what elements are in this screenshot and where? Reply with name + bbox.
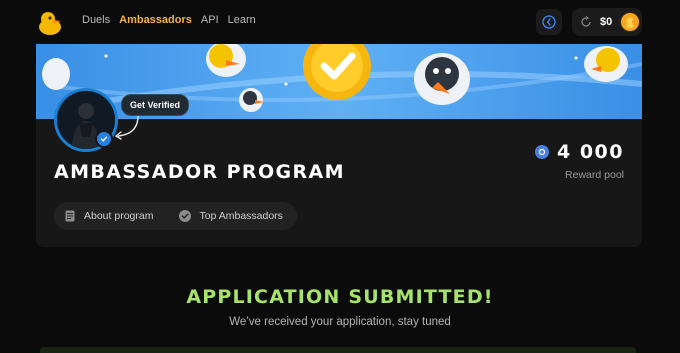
chevron-left-circle-icon (542, 15, 556, 29)
application-status-subtitle: We’ve received your application, stay tu… (229, 316, 451, 328)
verified-check-icon (95, 130, 113, 148)
reward-amount: 4 000 (557, 141, 624, 163)
nav-item-learn[interactable]: Learn (228, 14, 256, 26)
coin-icon (535, 145, 549, 159)
tab-about-program[interactable]: About program (64, 210, 153, 222)
curved-arrow-icon (114, 115, 139, 140)
reward-label: Reward pool (565, 169, 624, 181)
reward-pool: 4 000 Reward pool (535, 141, 624, 181)
nav-item-ambassadors[interactable]: Ambassadors (119, 14, 192, 26)
duck-avatar-icon (626, 17, 636, 28)
tab-top-ambassadors[interactable]: Top Ambassadors (179, 210, 283, 222)
back-button[interactable] (536, 9, 562, 35)
get-verified-button[interactable]: Get Verified (121, 94, 189, 116)
document-icon (65, 210, 75, 222)
wallet-widget[interactable]: $0 (572, 8, 642, 36)
main-nav: Duels Ambassadors API Learn (82, 14, 256, 26)
nav-item-duels[interactable]: Duels (82, 14, 110, 26)
refresh-icon[interactable] (580, 16, 592, 28)
nav-item-api[interactable]: API (201, 14, 219, 26)
duck-logo-icon[interactable] (36, 9, 64, 37)
check-badge-icon (179, 210, 192, 222)
tab-about-program-label: About program (84, 210, 154, 222)
program-tabs: About program Top Ambassadors (54, 202, 297, 230)
top-bar: Duels Ambassadors API Learn $0 (0, 0, 680, 44)
page-title: AMBASSADOR PROGRAM (54, 161, 345, 183)
bottom-panel (40, 347, 636, 353)
wallet-balance: $0 (600, 16, 613, 28)
user-avatar[interactable] (620, 12, 641, 32)
ambassador-program-card: Get Verified AMBASSADOR PROGRAM About pr… (36, 44, 642, 247)
tab-top-ambassadors-label: Top Ambassadors (199, 210, 283, 222)
application-status-title: APPLICATION SUBMITTED! (186, 286, 494, 308)
